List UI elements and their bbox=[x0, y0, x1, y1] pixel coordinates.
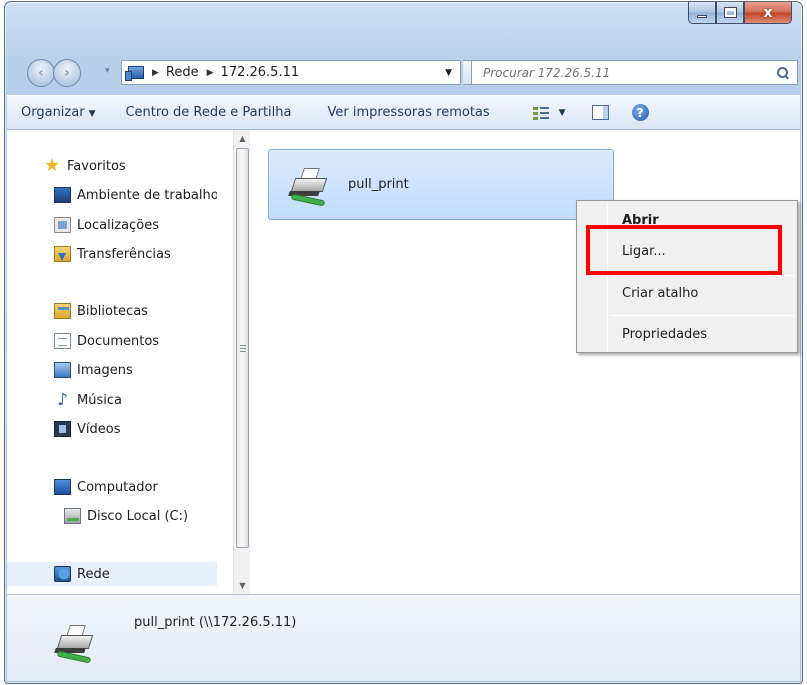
menu-separator bbox=[610, 275, 795, 276]
nav-label: Imagens bbox=[77, 362, 133, 378]
nav-videos[interactable]: Vídeos bbox=[7, 417, 217, 441]
nav-label: Disco Local (C:) bbox=[87, 508, 189, 524]
details-pane: pull_print (\\172.26.5.11) bbox=[7, 594, 800, 681]
view-remote-printers-button[interactable]: Ver impressoras remotas bbox=[320, 105, 496, 120]
navigation-bar: ‹ › ▾ ▶ Rede ▶ 172.26.5.11 ▼ ↯ bbox=[5, 50, 802, 90]
details-item-name: pull_print (\\172.26.5.11) bbox=[134, 615, 297, 630]
nav-desktop[interactable]: Ambiente de trabalho bbox=[7, 183, 217, 207]
nav-label: Transferências bbox=[77, 246, 171, 262]
pictures-icon bbox=[54, 362, 71, 378]
nav-label: Computador bbox=[77, 479, 158, 495]
nav-label: Ambiente de trabalho bbox=[77, 187, 217, 203]
menu-item-create-shortcut[interactable]: Criar atalho bbox=[622, 286, 698, 301]
preview-pane-icon[interactable] bbox=[591, 105, 609, 120]
close-icon: x bbox=[763, 4, 773, 21]
nav-computer[interactable]: Computador bbox=[7, 475, 217, 499]
music-note-icon: ♪ bbox=[57, 390, 68, 410]
breadcrumb-separator-icon[interactable]: ▶ bbox=[152, 68, 159, 78]
star-icon: ★ bbox=[44, 155, 61, 176]
navigation-scrollbar[interactable]: ▲ ▼ bbox=[233, 130, 250, 594]
network-computer-icon bbox=[125, 66, 144, 81]
back-button[interactable]: ‹ bbox=[27, 59, 55, 87]
nav-libraries[interactable]: Bibliotecas bbox=[7, 299, 217, 323]
computer-icon bbox=[54, 479, 71, 495]
search-input[interactable] bbox=[483, 65, 777, 80]
organize-button[interactable]: Organizar ▼ bbox=[14, 105, 102, 120]
document-icon bbox=[54, 333, 71, 349]
chevron-down-icon[interactable]: ▼ bbox=[559, 108, 566, 118]
views-icon bbox=[532, 106, 549, 120]
downloads-folder-icon bbox=[54, 246, 71, 262]
nav-label: Música bbox=[77, 392, 122, 408]
network-printer-icon bbox=[53, 621, 99, 664]
forward-button[interactable]: › bbox=[53, 59, 81, 87]
forward-arrow-icon: › bbox=[64, 65, 70, 81]
maximize-button[interactable] bbox=[716, 2, 744, 24]
navigation-pane: ★ Favoritos Ambiente de trabalho Localiz… bbox=[7, 130, 232, 594]
nav-pictures[interactable]: Imagens bbox=[7, 358, 217, 382]
change-view-button[interactable]: ▼ bbox=[532, 106, 566, 120]
nav-label: Vídeos bbox=[77, 421, 121, 437]
nav-label: Rede bbox=[77, 566, 110, 582]
nav-label: Favoritos bbox=[67, 158, 126, 174]
address-bar[interactable]: ▶ Rede ▶ 172.26.5.11 ▼ bbox=[121, 60, 461, 85]
command-bar: Organizar ▼ Centro de Rede e Partilha Ver… bbox=[7, 95, 800, 130]
nav-local-disk[interactable]: Disco Local (C:) bbox=[7, 504, 217, 528]
menu-separator bbox=[610, 315, 795, 316]
breadcrumb-host[interactable]: 172.26.5.11 bbox=[221, 65, 300, 80]
close-button[interactable]: x bbox=[744, 2, 792, 24]
organize-label: Organizar bbox=[21, 105, 85, 120]
scrollbar-thumb[interactable] bbox=[236, 148, 249, 548]
hard-disk-icon bbox=[64, 508, 81, 524]
maximize-icon bbox=[723, 7, 737, 18]
nav-network[interactable]: Rede bbox=[7, 562, 217, 586]
libraries-icon bbox=[54, 303, 71, 319]
network-sharing-center-button[interactable]: Centro de Rede e Partilha bbox=[118, 105, 298, 120]
nav-label: Localizações bbox=[77, 217, 159, 233]
desktop-icon bbox=[54, 187, 71, 203]
breadcrumb-rede[interactable]: Rede bbox=[166, 65, 199, 80]
recent-places-icon bbox=[54, 217, 71, 233]
nav-label: Documentos bbox=[77, 333, 160, 349]
scroll-up-icon[interactable]: ▲ bbox=[234, 130, 251, 147]
nav-recent-places[interactable]: Localizações bbox=[7, 213, 217, 237]
address-dropdown-icon[interactable]: ▼ bbox=[445, 68, 452, 78]
grip-icon bbox=[240, 345, 246, 352]
chevron-down-icon: ▼ bbox=[88, 109, 96, 119]
network-printer-icon bbox=[287, 164, 333, 207]
back-arrow-icon: ‹ bbox=[38, 65, 44, 81]
breadcrumb-separator-icon[interactable]: ▶ bbox=[207, 68, 214, 78]
minimize-icon bbox=[697, 15, 707, 18]
highlight-annotation bbox=[586, 225, 782, 275]
nav-favorites[interactable]: ★ Favoritos bbox=[7, 154, 217, 178]
scroll-down-icon[interactable]: ▼ bbox=[234, 577, 251, 594]
menu-item-properties[interactable]: Propriedades bbox=[622, 327, 707, 342]
search-box[interactable] bbox=[471, 60, 798, 85]
search-icon[interactable] bbox=[777, 66, 789, 79]
nav-music[interactable]: ♪ Música bbox=[7, 388, 217, 412]
video-icon bbox=[54, 421, 71, 437]
nav-label: Bibliotecas bbox=[77, 303, 148, 319]
caption-buttons: x bbox=[688, 2, 792, 25]
network-icon bbox=[54, 566, 71, 582]
recent-pages-dropdown[interactable]: ▾ bbox=[105, 66, 110, 76]
help-icon[interactable]: ? bbox=[631, 104, 649, 121]
context-menu: Abrir Ligar... Criar atalho Propriedades bbox=[576, 200, 798, 353]
printer-item[interactable]: pull_print bbox=[268, 149, 614, 220]
printer-name: pull_print bbox=[348, 177, 409, 192]
minimize-button[interactable] bbox=[688, 2, 716, 24]
nav-documents[interactable]: Documentos bbox=[7, 329, 217, 353]
nav-downloads[interactable]: Transferências bbox=[7, 242, 217, 266]
